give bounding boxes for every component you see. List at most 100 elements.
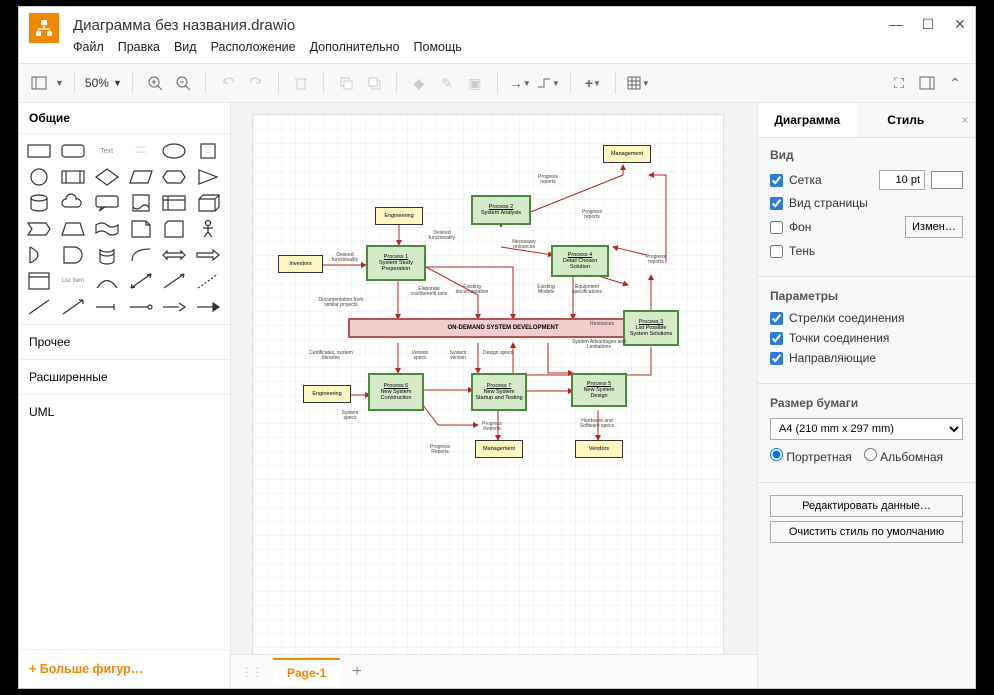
zoom-in-icon[interactable] [143, 71, 167, 95]
canvas[interactable]: ON-DEMAND SYSTEM DEVELOPMENT Investors E… [231, 103, 757, 654]
shape-hexagon[interactable] [160, 166, 188, 188]
node-management2[interactable]: Management [475, 440, 523, 458]
paper-size-select[interactable]: A4 (210 mm x 297 mm) [770, 418, 963, 440]
shape-ellipse[interactable] [160, 140, 188, 162]
node-engineering1[interactable]: Engineering [375, 207, 423, 225]
node-process6[interactable]: Process 6New System Construction [368, 373, 424, 411]
shape-internal[interactable] [160, 192, 188, 214]
shadow-icon[interactable]: ▣ [463, 71, 487, 95]
node-process1[interactable]: Process 1System Study Preperation [366, 245, 426, 281]
shape-note[interactable] [127, 218, 155, 240]
landscape-radio[interactable] [864, 448, 877, 461]
shape-rounded[interactable] [59, 140, 87, 162]
shape-card[interactable] [160, 218, 188, 240]
close-button[interactable]: ✕ [953, 17, 967, 31]
line-color-icon[interactable]: ✎ [435, 71, 459, 95]
drag-handle-icon[interactable]: ⋮⋮ [241, 665, 261, 679]
shape-arrow-bi[interactable] [160, 244, 188, 266]
close-panel-icon[interactable]: × [955, 103, 975, 137]
shape-conn2[interactable] [127, 296, 155, 318]
shape-conn4[interactable] [194, 296, 222, 318]
delete-icon[interactable] [289, 71, 313, 95]
shape-textbox[interactable]: ══════ [127, 140, 155, 162]
shape-conn3[interactable] [160, 296, 188, 318]
shape-square[interactable] [194, 140, 222, 162]
conn-points-checkbox[interactable] [770, 332, 783, 345]
shape-parallelogram[interactable] [127, 166, 155, 188]
node-engineering2[interactable]: Engineering [303, 385, 351, 403]
node-process4[interactable]: Process 4Detail Chosen Solution [551, 245, 609, 277]
shape-trapezoid[interactable] [59, 218, 87, 240]
shape-line-thin[interactable] [59, 296, 87, 318]
shape-datastore[interactable] [93, 244, 121, 266]
shape-cloud[interactable] [59, 192, 87, 214]
page-tab[interactable]: Page-1 [273, 658, 340, 686]
portrait-radio[interactable] [770, 448, 783, 461]
node-management1[interactable]: Management [603, 145, 651, 163]
menu-view[interactable]: Вид [174, 40, 197, 54]
insert-icon[interactable]: +▼ [581, 71, 605, 95]
shape-line-curve[interactable] [93, 270, 121, 292]
table-icon[interactable]: ▼ [626, 71, 650, 95]
shape-cube[interactable] [194, 192, 222, 214]
shape-line-bidir[interactable] [127, 270, 155, 292]
shadow-checkbox[interactable] [770, 245, 783, 258]
format-panel-icon[interactable] [915, 71, 939, 95]
menu-help[interactable]: Помощь [414, 40, 462, 54]
shape-curve[interactable] [127, 244, 155, 266]
tab-diagram[interactable]: Диаграмма [758, 103, 857, 137]
to-back-icon[interactable] [362, 71, 386, 95]
bg-checkbox[interactable] [770, 221, 783, 234]
shape-callout[interactable] [93, 192, 121, 214]
menu-arrange[interactable]: Расположение [211, 40, 296, 54]
tab-style[interactable]: Стиль [857, 103, 956, 137]
shape-and[interactable] [59, 244, 87, 266]
menu-extras[interactable]: Дополнительно [310, 40, 400, 54]
to-front-icon[interactable] [334, 71, 358, 95]
more-shapes[interactable]: + Больше фигур… [19, 649, 230, 688]
menu-edit[interactable]: Правка [118, 40, 160, 54]
shape-diamond[interactable] [93, 166, 121, 188]
shape-line-arrow[interactable] [160, 270, 188, 292]
node-process3[interactable]: Process 3List Possible System Solutions [623, 310, 679, 346]
shape-line-dash[interactable] [194, 270, 222, 292]
node-process5[interactable]: Process 5New System Design [571, 373, 627, 407]
node-process7[interactable]: Process 7New System Startup and Testing [471, 373, 527, 411]
maximize-button[interactable]: ☐ [921, 17, 935, 31]
connection-icon[interactable]: →▼ [508, 71, 532, 95]
shape-list[interactable] [25, 270, 53, 292]
bg-change-button[interactable]: Измен… [905, 216, 963, 238]
shape-list2[interactable]: List Item [59, 270, 87, 292]
shape-text[interactable]: Text [93, 140, 121, 162]
shape-process[interactable] [59, 166, 87, 188]
node-investors[interactable]: Investors [278, 255, 323, 273]
grid-size-input[interactable] [879, 170, 925, 190]
shape-conn1[interactable] [93, 296, 121, 318]
shape-rect[interactable] [25, 140, 53, 162]
shape-tape[interactable] [93, 218, 121, 240]
add-page-button[interactable]: + [352, 663, 361, 681]
pageview-checkbox[interactable] [770, 197, 783, 210]
shape-triangle[interactable] [194, 166, 222, 188]
zoom-level[interactable]: 50% ▼ [85, 76, 122, 90]
category-uml[interactable]: UML [19, 394, 230, 429]
shape-document[interactable] [127, 192, 155, 214]
shape-or[interactable] [25, 244, 53, 266]
menu-file[interactable]: Файл [73, 40, 104, 54]
grid-color[interactable] [931, 171, 963, 189]
collapse-icon[interactable]: ⌃ [943, 71, 967, 95]
fill-icon[interactable]: ◆ [407, 71, 431, 95]
fullscreen-icon[interactable]: ⛶ [887, 71, 911, 95]
redo-icon[interactable] [244, 71, 268, 95]
undo-icon[interactable] [216, 71, 240, 95]
grid-checkbox[interactable] [770, 174, 783, 187]
sidebar-toggle-icon[interactable] [27, 71, 51, 95]
guides-checkbox[interactable] [770, 352, 783, 365]
category-advanced[interactable]: Расширенные [19, 359, 230, 394]
node-process2[interactable]: Process 2System Analysis [471, 195, 531, 225]
category-misc[interactable]: Прочее [19, 324, 230, 359]
shape-cylinder[interactable] [25, 192, 53, 214]
node-vendors[interactable]: Vendors [575, 440, 623, 458]
minimize-button[interactable]: — [889, 17, 903, 31]
shape-arrow[interactable] [194, 244, 222, 266]
